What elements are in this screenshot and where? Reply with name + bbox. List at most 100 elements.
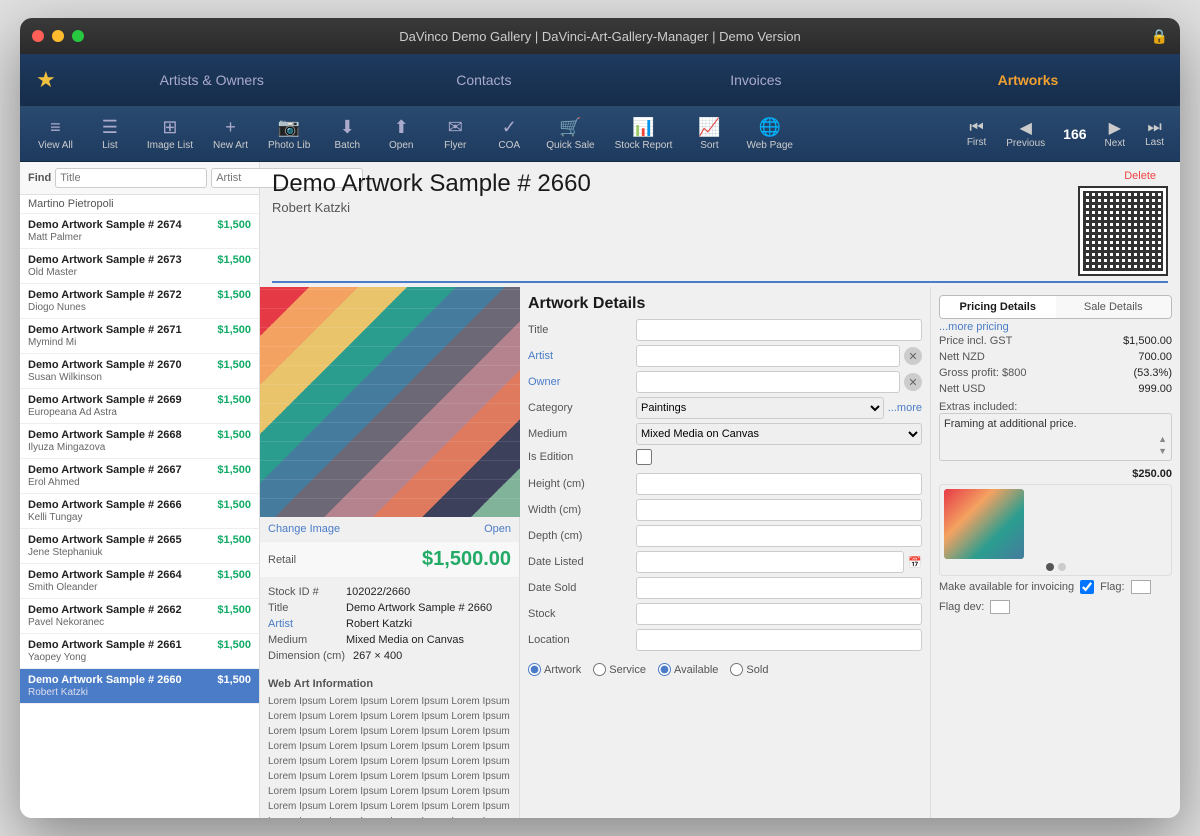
quick-sale-icon: 🛒 bbox=[559, 117, 581, 138]
width-field[interactable] bbox=[636, 499, 922, 521]
calendar-icon[interactable]: 📅 bbox=[908, 556, 922, 569]
depth-field[interactable] bbox=[636, 525, 922, 547]
extras-amount: $250.00 bbox=[939, 464, 1172, 480]
clear-artist-button[interactable]: ✕ bbox=[904, 347, 922, 365]
nav-artworks[interactable]: Artworks bbox=[892, 72, 1164, 88]
list-item[interactable]: Demo Artwork Sample # 2670 $1,500 Susan … bbox=[20, 354, 259, 389]
title-field[interactable] bbox=[636, 319, 922, 341]
flag-dev-checkbox[interactable] bbox=[990, 600, 1010, 614]
photo-lib-icon: 📷 bbox=[278, 117, 300, 138]
list-item[interactable]: Demo Artwork Sample # 2671 $1,500 Mymind… bbox=[20, 319, 259, 354]
star-icon[interactable]: ★ bbox=[36, 67, 56, 93]
scroll-up-icon[interactable]: ▲ bbox=[1158, 434, 1167, 444]
list-item[interactable]: Demo Artwork Sample # 2673 $1,500 Old Ma… bbox=[20, 249, 259, 284]
nav-contacts[interactable]: Contacts bbox=[348, 72, 620, 88]
close-button[interactable] bbox=[32, 30, 44, 42]
make-available-checkbox[interactable] bbox=[1080, 580, 1094, 594]
nav-last-button[interactable]: ⏭ Last bbox=[1137, 115, 1172, 152]
toolbar-stock-report[interactable]: 📊 Stock Report bbox=[605, 113, 683, 155]
toolbar-coa[interactable]: ✓ COA bbox=[482, 113, 536, 155]
toolbar-batch[interactable]: ⬇ Batch bbox=[320, 113, 374, 155]
thumbnail-area bbox=[939, 484, 1172, 576]
date-sold-field[interactable] bbox=[636, 577, 922, 599]
available-radio[interactable] bbox=[658, 663, 671, 676]
sold-radio[interactable] bbox=[730, 663, 743, 676]
flag-checkbox[interactable] bbox=[1131, 580, 1151, 594]
list-item[interactable]: Demo Artwork Sample # 2669 $1,500 Europe… bbox=[20, 389, 259, 424]
delete-link[interactable]: Delete bbox=[1124, 170, 1156, 182]
toolbar-photo-lib[interactable]: 📷 Photo Lib bbox=[258, 113, 320, 155]
nav-next-button[interactable]: ▶ Next bbox=[1097, 114, 1134, 153]
owner-form-link[interactable]: Owner bbox=[528, 376, 560, 388]
nav-previous-button[interactable]: ◀ Previous bbox=[998, 114, 1053, 153]
toolbar-flyer[interactable]: ✉ Flyer bbox=[428, 113, 482, 155]
height-label: Height (cm) bbox=[528, 478, 628, 490]
list-item[interactable]: Demo Artwork Sample # 2661 $1,500 Yaopey… bbox=[20, 634, 259, 669]
toolbar-view-all[interactable]: ≡ View All bbox=[28, 113, 83, 155]
list-item[interactable]: Demo Artwork Sample # 2672 $1,500 Diogo … bbox=[20, 284, 259, 319]
minimize-button[interactable] bbox=[52, 30, 64, 42]
height-field[interactable] bbox=[636, 473, 922, 495]
record-count: 166 bbox=[1057, 122, 1092, 146]
dot-1[interactable] bbox=[1046, 563, 1054, 571]
list-item[interactable]: Demo Artwork Sample # 2666 $1,500 Kelli … bbox=[20, 494, 259, 529]
batch-icon: ⬇ bbox=[340, 117, 355, 138]
is-edition-checkbox[interactable] bbox=[636, 449, 652, 465]
change-image-link[interactable]: Change Image bbox=[268, 523, 340, 535]
toolbar-quick-sale[interactable]: 🛒 Quick Sale bbox=[536, 113, 604, 155]
owner-field[interactable] bbox=[636, 371, 900, 393]
list-item[interactable]: Demo Artwork Sample # 2660 $1,500 Robert… bbox=[20, 669, 259, 704]
date-sold-label: Date Sold bbox=[528, 582, 628, 594]
pricing-details-tab[interactable]: Pricing Details bbox=[940, 296, 1056, 318]
maximize-button[interactable] bbox=[72, 30, 84, 42]
list-item[interactable]: Demo Artwork Sample # 2664 $1,500 Smith … bbox=[20, 564, 259, 599]
service-radio-label: Service bbox=[593, 663, 646, 676]
artist-field[interactable] bbox=[636, 345, 900, 367]
toolbar-open[interactable]: ⬆ Open bbox=[374, 113, 428, 155]
date-listed-field[interactable] bbox=[636, 551, 904, 573]
toolbar-image-list[interactable]: ⊞ Image List bbox=[137, 113, 203, 155]
category-select[interactable]: Paintings bbox=[636, 397, 884, 419]
toolbar-web-page[interactable]: 🌐 Web Page bbox=[736, 113, 803, 155]
make-available-row: Make available for invoicing Flag: Flag … bbox=[939, 576, 1172, 618]
date-listed-label: Date Listed bbox=[528, 556, 628, 568]
list-item[interactable]: Demo Artwork Sample # 2674 $1,500 Matt P… bbox=[20, 214, 259, 249]
toolbar-sort[interactable]: 📈 Sort bbox=[682, 113, 736, 155]
list-item[interactable]: Demo Artwork Sample # 2665 $1,500 Jene S… bbox=[20, 529, 259, 564]
artwork-image[interactable] bbox=[260, 287, 520, 517]
list-item[interactable]: Demo Artwork Sample # 2667 $1,500 Erol A… bbox=[20, 459, 259, 494]
medium-select[interactable]: Mixed Media on Canvas bbox=[636, 423, 922, 445]
toolbar-new-art[interactable]: + New Art bbox=[203, 113, 258, 155]
scroll-down-icon[interactable]: ▼ bbox=[1158, 446, 1167, 456]
center-form: Artwork Details Title Artist ✕ Owner bbox=[520, 287, 930, 818]
find-title-input[interactable] bbox=[55, 168, 207, 188]
nav-invoices[interactable]: Invoices bbox=[620, 72, 892, 88]
stock-field[interactable] bbox=[636, 603, 922, 625]
artwork-radio[interactable] bbox=[528, 663, 541, 676]
right-area: Demo Artwork Sample # 2660 Robert Katzki… bbox=[260, 162, 1180, 818]
sale-details-tab[interactable]: Sale Details bbox=[1056, 296, 1172, 318]
title-row: Title Demo Artwork Sample # 2660 bbox=[268, 602, 511, 614]
nav-first-button[interactable]: ⏮ First bbox=[959, 115, 994, 152]
scroll-arrows[interactable]: ▲ ▼ bbox=[1158, 434, 1167, 456]
location-field[interactable] bbox=[636, 629, 922, 651]
artist-link[interactable]: Artist bbox=[268, 618, 293, 630]
more-pricing-link[interactable]: ...more pricing bbox=[939, 319, 1172, 333]
qr-image bbox=[1083, 191, 1163, 271]
list-item[interactable]: Demo Artwork Sample # 2662 $1,500 Pavel … bbox=[20, 599, 259, 634]
owner-row-form: ✕ bbox=[636, 371, 922, 393]
artist-row: Artist Robert Katzki bbox=[268, 618, 511, 630]
toolbar-list[interactable]: ☰ List bbox=[83, 113, 137, 155]
section-title: Artwork Details bbox=[528, 287, 922, 319]
open-image-link[interactable]: Open bbox=[484, 523, 511, 535]
clear-owner-button[interactable]: ✕ bbox=[904, 373, 922, 391]
dot-2[interactable] bbox=[1058, 563, 1066, 571]
service-radio[interactable] bbox=[593, 663, 606, 676]
nav-artists[interactable]: Artists & Owners bbox=[76, 72, 348, 88]
thumbnail-image[interactable] bbox=[944, 489, 1024, 559]
category-more-link[interactable]: ...more bbox=[888, 402, 922, 414]
artwork-main-title: Demo Artwork Sample # 2660 bbox=[272, 170, 1078, 198]
location-label: Location bbox=[528, 634, 628, 646]
artist-form-link[interactable]: Artist bbox=[528, 350, 553, 362]
list-item[interactable]: Demo Artwork Sample # 2668 $1,500 Ilyuza… bbox=[20, 424, 259, 459]
